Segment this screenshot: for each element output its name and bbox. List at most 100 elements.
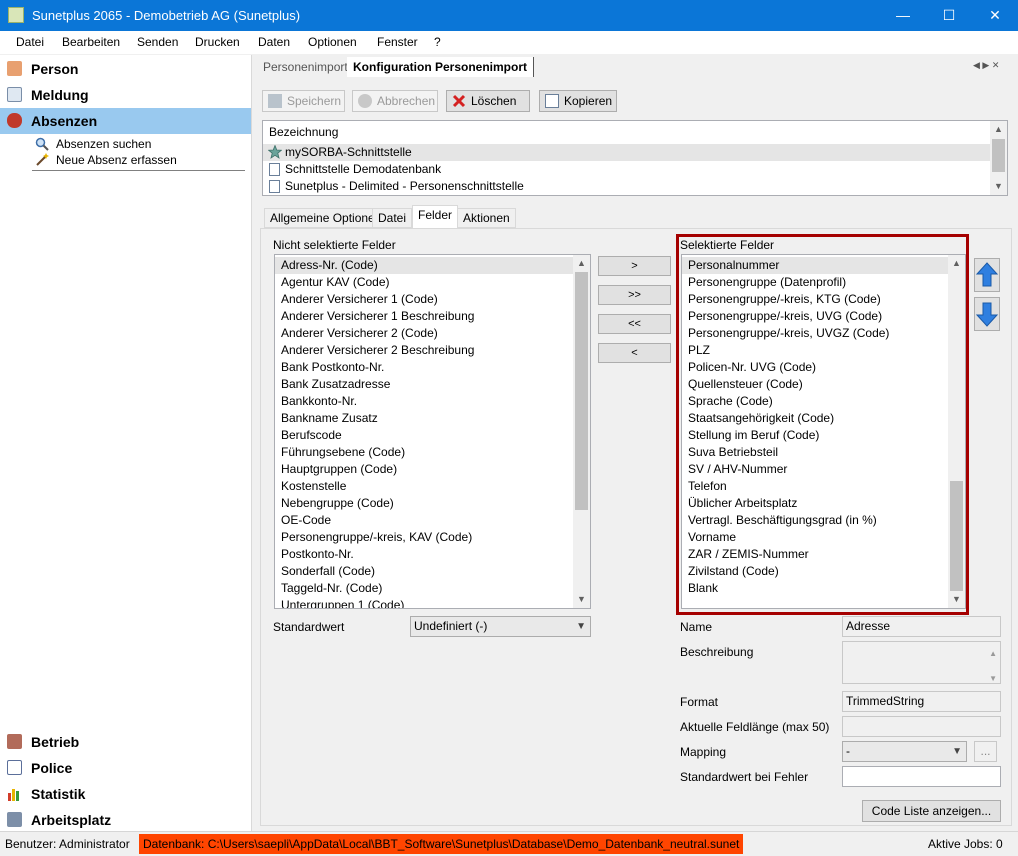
beschreibung-field[interactable]: ▲ ▼ [842,641,1001,684]
unselected-list-scrollbar[interactable]: ▲ ▼ [573,255,590,608]
delete-button[interactable]: Löschen [446,90,530,112]
unselected-field-item[interactable]: Adress-Nr. (Code) [275,257,573,274]
unselected-field-item[interactable]: Agentur KAV (Code) [275,274,573,291]
unselected-field-item[interactable]: Hauptgruppen (Code) [275,461,573,478]
unselected-field-item[interactable]: Taggeld-Nr. (Code) [275,580,573,597]
maximize-button[interactable]: ☐ [926,0,972,31]
fehler-field[interactable] [842,766,1001,787]
move-left-button[interactable]: < [598,343,671,363]
move-all-right-button[interactable]: >> [598,285,671,305]
nav-absenzen[interactable]: Absenzen [0,108,251,134]
close-button[interactable]: ✕ [972,0,1018,31]
selected-field-item[interactable]: Sprache (Code) [682,393,948,410]
selected-field-item[interactable]: Telefon [682,478,948,495]
unselected-field-item[interactable]: Bank Postkonto-Nr. [275,359,573,376]
unselected-field-item[interactable]: Anderer Versicherer 2 (Code) [275,325,573,342]
menu-fenster[interactable]: Fenster [377,35,418,49]
unselected-field-item[interactable]: Anderer Versicherer 1 Beschreibung [275,308,573,325]
selected-field-item[interactable]: Policen-Nr. UVG (Code) [682,359,948,376]
unselected-field-item[interactable]: Sonderfall (Code) [275,563,573,580]
unselected-field-item[interactable]: Nebengruppe (Code) [275,495,573,512]
menu-drucken[interactable]: Drucken [195,35,240,49]
code-list-button[interactable]: Code Liste anzeigen... [862,800,1001,822]
selected-field-item[interactable]: Stellung im Beruf (Code) [682,427,948,444]
scroll-thumb[interactable] [575,272,588,510]
selected-field-item[interactable]: Quellensteuer (Code) [682,376,948,393]
minimize-button[interactable]: — [880,0,926,31]
selected-list-scrollbar[interactable]: ▲ ▼ [948,255,965,608]
selected-field-item[interactable]: Suva Betriebsteil [682,444,948,461]
move-up-button[interactable] [974,258,1000,292]
menu-optionen[interactable]: Optionen [308,35,357,49]
move-right-button[interactable]: > [598,256,671,276]
tab-konfiguration-personenimport[interactable]: Konfiguration Personenimport [347,57,534,77]
config-row-demodatenbank[interactable]: Schnittstelle Demodatenbank [263,161,990,178]
standardwert-select[interactable]: Undefiniert (-) ▼ [410,616,591,637]
tab-personenimport[interactable]: Personenimport [257,57,354,77]
scroll-down-icon[interactable]: ▼ [573,591,590,608]
selected-field-item[interactable]: Zivilstand (Code) [682,563,948,580]
unselected-field-item[interactable]: Berufscode [275,427,573,444]
scroll-up-icon[interactable]: ▲ [990,121,1007,138]
selected-field-item[interactable]: SV / AHV-Nummer [682,461,948,478]
menu-datei[interactable]: Datei [16,35,44,49]
format-field[interactable]: TrimmedString [842,691,1001,712]
unselected-field-item[interactable]: OE-Code [275,512,573,529]
menu-help[interactable]: ? [434,35,441,49]
config-row-sunetplus-delimited[interactable]: Sunetplus - Delimited - Personenschnitts… [263,178,990,195]
move-down-button[interactable] [974,297,1000,331]
subitem-neue-absenz[interactable]: Neue Absenz erfassen [35,152,235,168]
selected-field-item[interactable]: ZAR / ZEMIS-Nummer [682,546,948,563]
unselected-field-item[interactable]: Personengruppe/-kreis, KAV (Code) [275,529,573,546]
selected-field-item[interactable]: Personengruppe/-kreis, KTG (Code) [682,291,948,308]
selected-field-item[interactable]: PLZ [682,342,948,359]
selected-field-item[interactable]: Personengruppe/-kreis, UVG (Code) [682,308,948,325]
nav-person[interactable]: Person [0,56,251,82]
menu-senden[interactable]: Senden [137,35,178,49]
copy-button[interactable]: Kopieren [539,90,617,112]
scroll-down-icon[interactable]: ▼ [990,178,1007,195]
scroll-up-icon[interactable]: ▲ [948,255,965,272]
menu-daten[interactable]: Daten [258,35,290,49]
unselected-field-item[interactable]: Anderer Versicherer 1 (Code) [275,291,573,308]
selected-field-item[interactable]: Personengruppe/-kreis, UVGZ (Code) [682,325,948,342]
config-row-mysorba[interactable]: mySORBA-Schnittstelle [263,144,990,161]
mapping-select[interactable]: - ▼ [842,741,967,762]
subitem-absenzen-suchen[interactable]: Absenzen suchen [35,136,235,152]
unselected-field-item[interactable]: Postkonto-Nr. [275,546,573,563]
cancel-button[interactable]: Abbrechen [352,90,438,112]
tab-felder[interactable]: Felder [412,205,459,228]
tab-datei[interactable]: Datei [372,208,413,228]
selected-field-item[interactable]: Vertragl. Beschäftigungsgrad (in %) [682,512,948,529]
tab-nav-arrows[interactable]: ◀ ▶ ✕ [973,60,999,71]
name-field[interactable]: Adresse [842,616,1001,637]
unselected-field-item[interactable]: Bankkonto-Nr. [275,393,573,410]
nav-meldung[interactable]: Meldung [0,82,251,108]
feldlaenge-field[interactable] [842,716,1001,737]
move-all-left-button[interactable]: << [598,314,671,334]
nav-betrieb[interactable]: Betrieb [0,729,251,755]
scroll-thumb[interactable] [992,139,1005,172]
unselected-field-item[interactable]: Führungsebene (Code) [275,444,573,461]
selected-field-item[interactable]: Üblicher Arbeitsplatz [682,495,948,512]
unselected-field-item[interactable]: Bankname Zusatz [275,410,573,427]
nav-statistik[interactable]: Statistik [0,781,251,807]
nav-police[interactable]: Police [0,755,251,781]
unselected-field-item[interactable]: Kostenstelle [275,478,573,495]
menu-bearbeiten[interactable]: Bearbeiten [62,35,120,49]
unselected-field-item[interactable]: Bank Zusatzadresse [275,376,573,393]
selected-field-item[interactable]: Personengruppe (Datenprofil) [682,274,948,291]
selected-field-item[interactable]: Personalnummer [682,257,948,274]
mapping-browse-button[interactable]: ... [974,741,997,762]
tab-aktionen[interactable]: Aktionen [457,208,516,228]
save-button[interactable]: Speichern [262,90,345,112]
scroll-up-icon[interactable]: ▲ [573,255,590,272]
selected-field-item[interactable]: Staatsangehörigkeit (Code) [682,410,948,427]
scroll-down-icon[interactable]: ▼ [948,591,965,608]
config-list-scrollbar[interactable]: ▲ ▼ [990,121,1007,195]
unselected-field-item[interactable]: Untergruppen 1 (Code) [275,597,573,608]
tab-allgemeine-optionen[interactable]: Allgemeine Optionen [264,208,388,228]
nav-arbeitsplatz[interactable]: Arbeitsplatz [0,807,251,833]
unselected-field-item[interactable]: Anderer Versicherer 2 Beschreibung [275,342,573,359]
scroll-thumb[interactable] [950,481,963,591]
